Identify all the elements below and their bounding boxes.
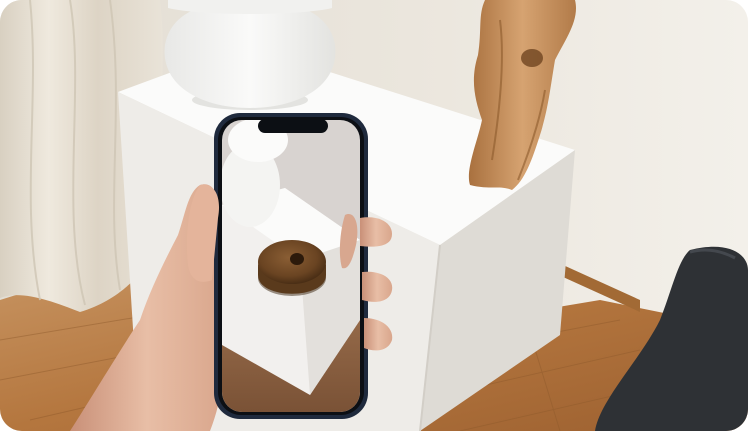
phone-screen <box>222 120 360 412</box>
phone-notch <box>258 119 328 133</box>
scene <box>0 0 748 431</box>
photo-frame <box>0 0 748 431</box>
lamp <box>164 0 336 108</box>
